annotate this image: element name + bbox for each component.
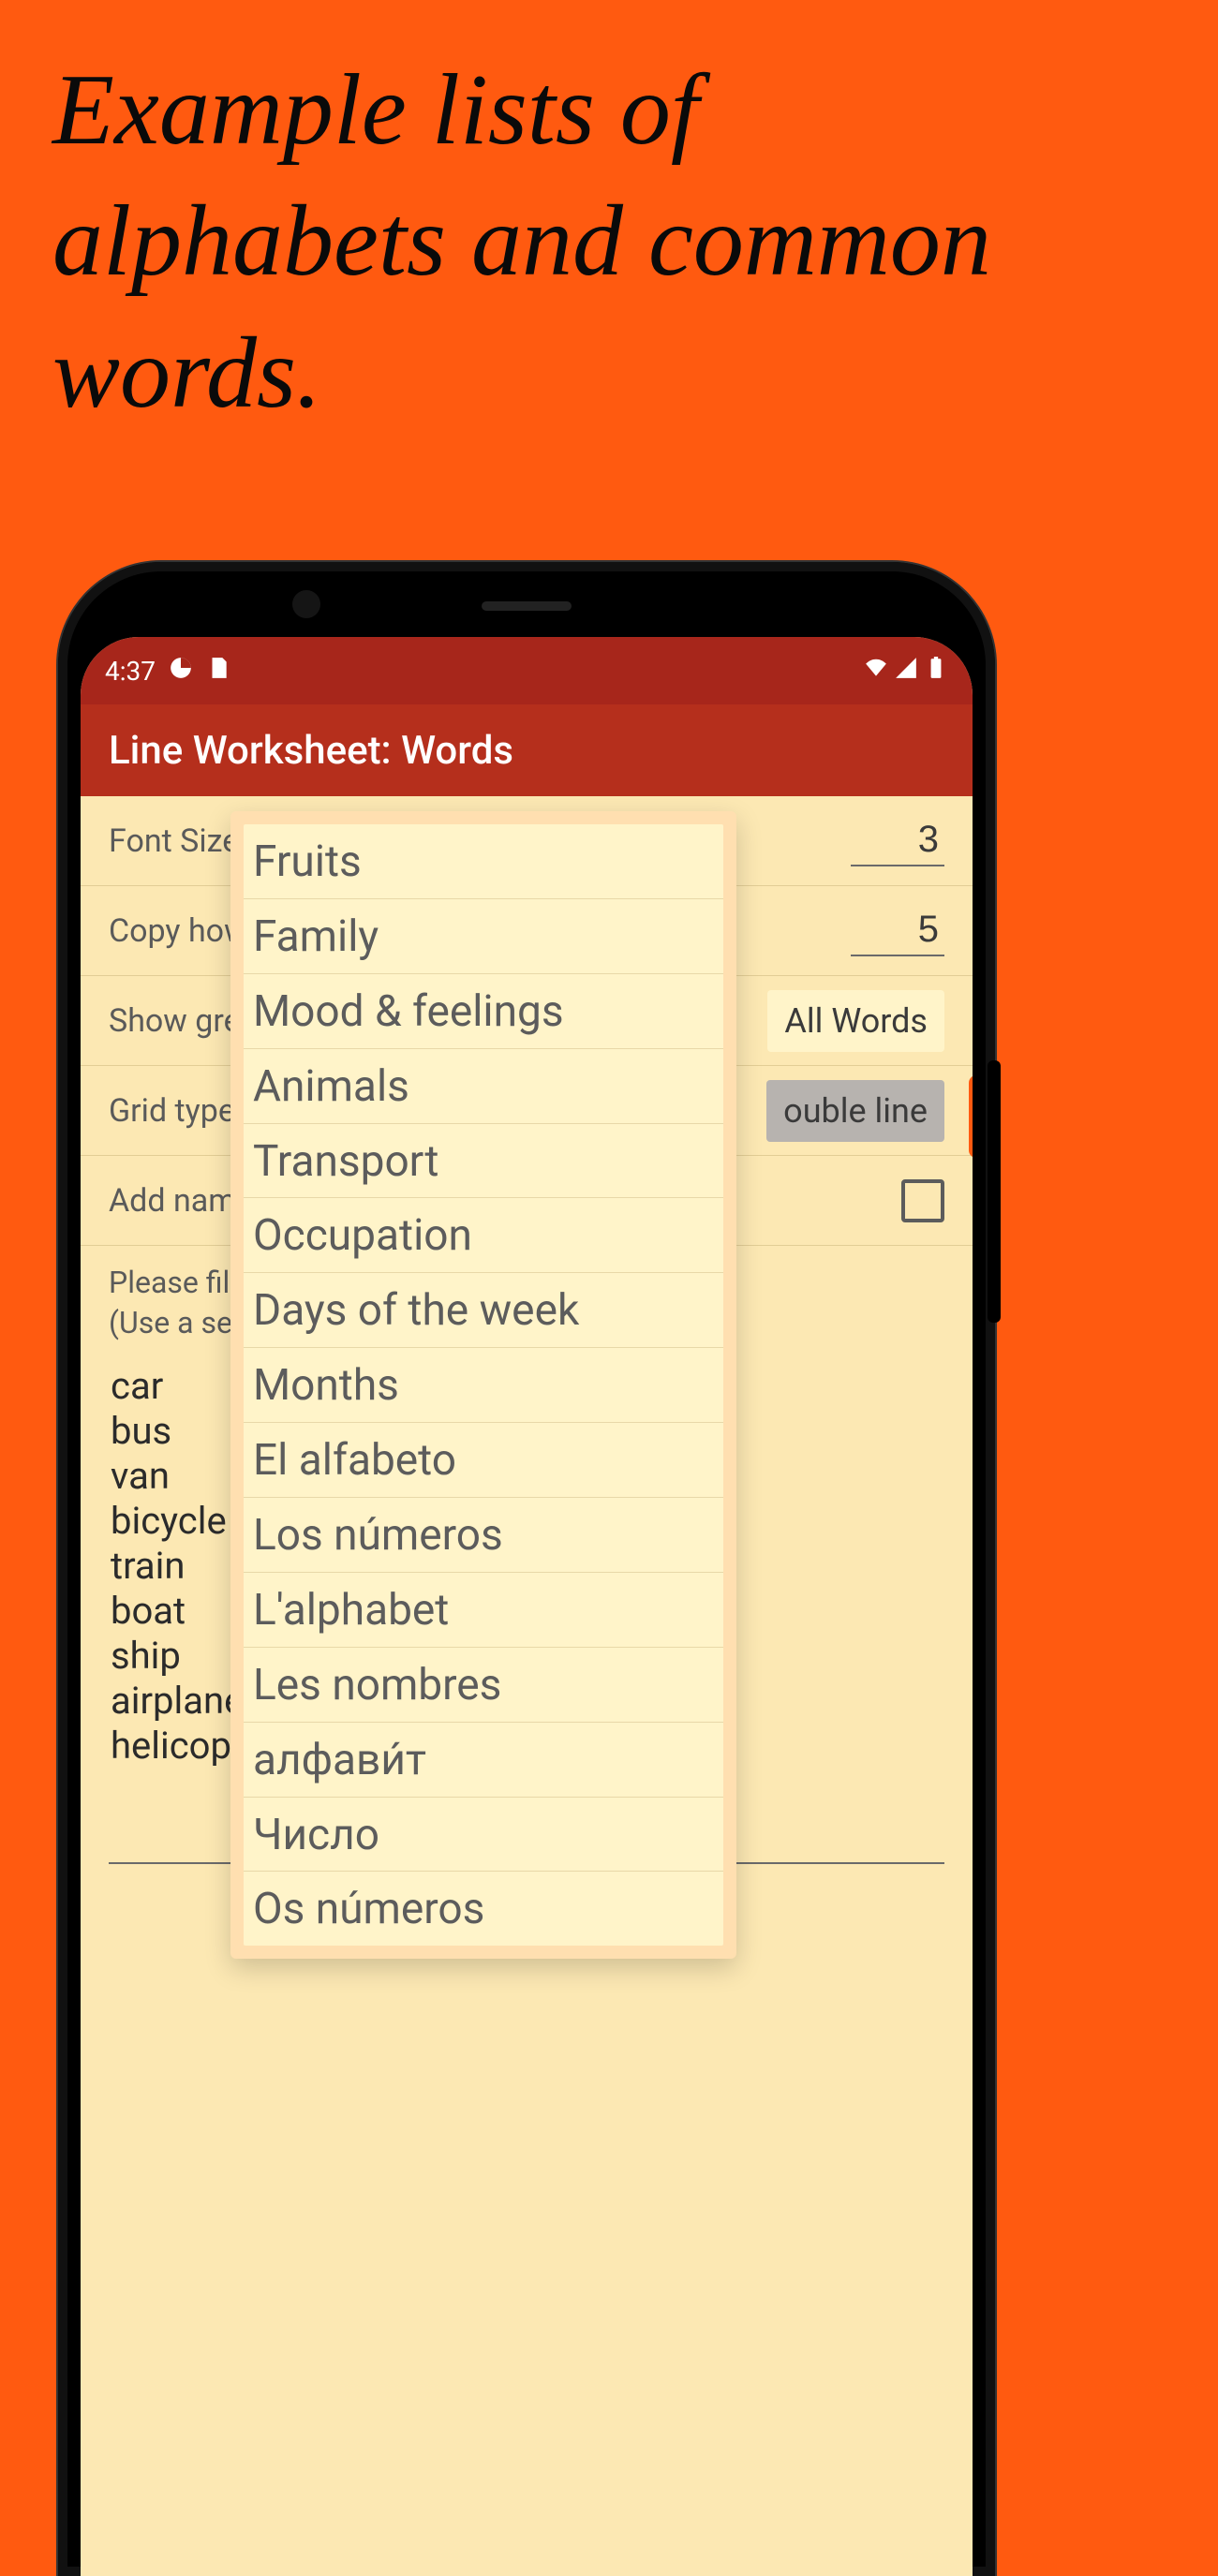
settings-form: Font Size Copy how Show grey All Words G… bbox=[81, 796, 973, 1864]
app-title: Line Worksheet: Words bbox=[109, 728, 513, 774]
add-name-checkbox[interactable] bbox=[901, 1179, 944, 1222]
copy-count-input[interactable] bbox=[851, 905, 944, 956]
phone-power-button bbox=[988, 1060, 1001, 1323]
show-grey-option[interactable]: All Words bbox=[767, 990, 944, 1052]
speaker-slot bbox=[482, 601, 572, 611]
phone-frame: 4:37 Line Workshe bbox=[58, 562, 995, 2576]
camera-dot bbox=[292, 590, 320, 618]
status-bar: 4:37 bbox=[81, 637, 973, 704]
dropdown-item-los-numeros[interactable]: Los números bbox=[244, 1497, 723, 1572]
promo-heading: Example lists of alphabets and common wo… bbox=[52, 45, 1106, 439]
dropdown-item-occupation[interactable]: Occupation bbox=[244, 1197, 723, 1272]
battery-icon bbox=[924, 656, 948, 687]
dropdown-item-les-nombres[interactable]: Les nombres bbox=[244, 1647, 723, 1722]
dropdown-item-alfavit[interactable]: алфави́т bbox=[244, 1722, 723, 1797]
dropdown-item-chislo[interactable]: Число bbox=[244, 1797, 723, 1872]
phone-screen: 4:37 Line Workshe bbox=[81, 637, 973, 2576]
font-size-label: Font Size bbox=[109, 822, 239, 860]
dropdown-item-el-alfabeto[interactable]: El alfabeto bbox=[244, 1422, 723, 1497]
dropdown-item-os-numeros[interactable]: Os números bbox=[244, 1871, 723, 1946]
status-left: 4:37 bbox=[105, 656, 230, 687]
dropdown-item-days[interactable]: Days of the week bbox=[244, 1272, 723, 1347]
clock-icon bbox=[169, 656, 193, 687]
dropdown-item-months[interactable]: Months bbox=[244, 1347, 723, 1422]
dropdown-item-fruits[interactable]: Fruits bbox=[244, 824, 723, 898]
dropdown-item-transport[interactable]: Transport bbox=[244, 1123, 723, 1198]
dropdown-item-lalphabet[interactable]: L'alphabet bbox=[244, 1572, 723, 1647]
sd-card-icon bbox=[206, 656, 230, 687]
grid-type-option[interactable]: ouble line bbox=[766, 1080, 944, 1142]
font-size-input[interactable] bbox=[851, 815, 944, 866]
edge-indicator bbox=[969, 1075, 973, 1158]
status-right bbox=[864, 656, 948, 687]
signal-icon bbox=[894, 656, 918, 687]
app-bar: Line Worksheet: Words bbox=[81, 704, 973, 796]
status-time: 4:37 bbox=[105, 656, 156, 687]
copy-count-label: Copy how bbox=[109, 912, 248, 950]
dropdown-item-mood[interactable]: Mood & feelings bbox=[244, 973, 723, 1048]
dropdown-item-animals[interactable]: Animals bbox=[244, 1048, 723, 1123]
dropdown-item-family[interactable]: Family bbox=[244, 898, 723, 973]
grid-type-label: Grid type bbox=[109, 1092, 235, 1130]
category-dropdown[interactable]: Fruits Family Mood & feelings Animals Tr… bbox=[230, 811, 736, 1959]
wifi-icon bbox=[864, 656, 888, 687]
dropdown-list: Fruits Family Mood & feelings Animals Tr… bbox=[244, 824, 723, 1946]
